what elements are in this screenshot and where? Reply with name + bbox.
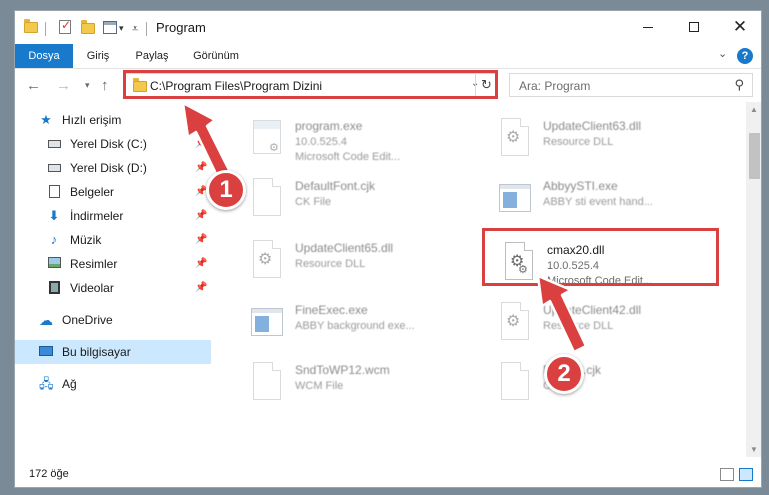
callout-2: 2: [544, 354, 584, 394]
callout-1: 1: [206, 170, 246, 210]
arrow-2: [536, 274, 588, 354]
annotation-arrows: [181, 101, 588, 354]
